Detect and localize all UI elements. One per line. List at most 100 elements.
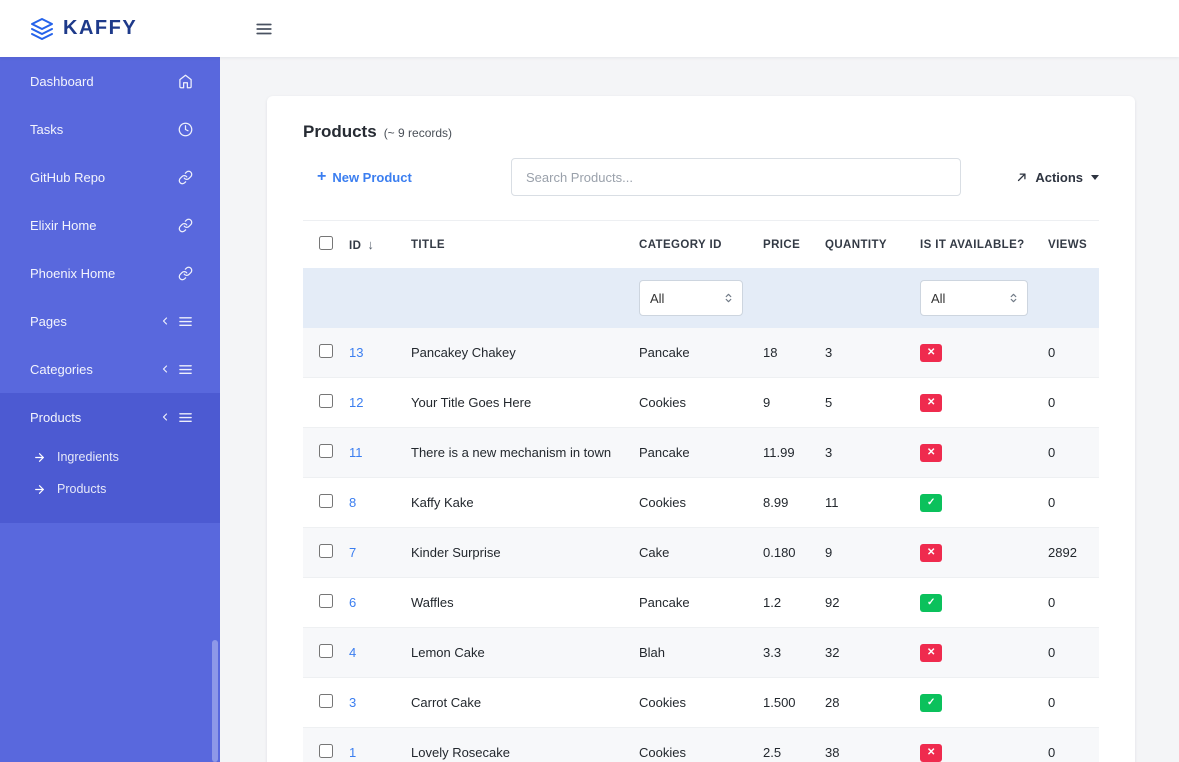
plus-icon: + xyxy=(317,168,326,186)
toolbar: + New Product Actions xyxy=(303,158,1099,196)
row-title: Kinder Surprise xyxy=(401,528,629,578)
row-id-link[interactable]: 12 xyxy=(349,395,363,410)
row-id-link[interactable]: 8 xyxy=(349,495,356,510)
search-input[interactable] xyxy=(511,158,961,196)
submenu-item-label: Products xyxy=(57,482,106,496)
availability-badge: ✕ xyxy=(920,544,942,562)
sidebar-item-tasks[interactable]: Tasks xyxy=(0,105,220,153)
submenu-item-ingredients[interactable]: Ingredients xyxy=(0,441,220,473)
row-checkbox[interactable] xyxy=(319,494,333,508)
sidebar-item-phoenix-home[interactable]: Phoenix Home xyxy=(0,249,220,297)
sidebar-toggle-button[interactable] xyxy=(254,20,274,38)
row-checkbox[interactable] xyxy=(319,544,333,558)
sidebar-scrollbar-thumb[interactable] xyxy=(212,640,218,762)
row-price: 1.500 xyxy=(753,678,815,728)
sidebar-item-products[interactable]: Products xyxy=(0,393,220,441)
row-checkbox[interactable] xyxy=(319,344,333,358)
row-title: Lemon Cake xyxy=(401,628,629,678)
availability-badge: ✓ xyxy=(920,494,942,512)
row-id-link[interactable]: 3 xyxy=(349,695,356,710)
row-quantity: 38 xyxy=(815,728,910,762)
row-checkbox[interactable] xyxy=(319,644,333,658)
main-content: Products (~ 9 records) + New Product Act… xyxy=(220,57,1179,762)
column-header-id[interactable]: ID↓ xyxy=(339,221,401,269)
row-quantity: 3 xyxy=(815,428,910,478)
row-title: Kaffy Kake xyxy=(401,478,629,528)
table-row: 3 Carrot Cake Cookies 1.500 28 ✓ 0 xyxy=(303,678,1099,728)
new-product-button[interactable]: + New Product xyxy=(303,168,511,186)
records-count: (~ 9 records) xyxy=(384,126,452,140)
arrow-right-icon xyxy=(33,483,46,496)
app-window: KAFFY Dashboard Tasks xyxy=(0,0,1179,762)
table-filter-row: All All xyxy=(303,268,1099,328)
table-row: 1 Lovely Rosecake Cookies 2.5 38 ✕ 0 xyxy=(303,728,1099,762)
new-product-label: New Product xyxy=(332,170,411,185)
row-category: Cake xyxy=(629,528,753,578)
arrow-right-icon xyxy=(33,451,46,464)
row-views: 0 xyxy=(1038,628,1099,678)
table-row: 8 Kaffy Kake Cookies 8.99 11 ✓ 0 xyxy=(303,478,1099,528)
sidebar-item-categories[interactable]: Categories xyxy=(0,345,220,393)
table-row: 7 Kinder Surprise Cake 0.180 9 ✕ 2892 xyxy=(303,528,1099,578)
column-header-views: VIEWS xyxy=(1038,221,1099,269)
table-row: 6 Waffles Pancake 1.2 92 ✓ 0 xyxy=(303,578,1099,628)
select-all-checkbox[interactable] xyxy=(319,236,333,250)
row-category: Cookies xyxy=(629,728,753,762)
availability-badge: ✕ xyxy=(920,394,942,412)
row-views: 0 xyxy=(1038,378,1099,428)
category-filter-value: All xyxy=(650,291,664,306)
row-category: Cookies xyxy=(629,678,753,728)
availability-filter-select[interactable]: All xyxy=(920,280,1028,316)
row-checkbox[interactable] xyxy=(319,394,333,408)
sidebar-item-pages[interactable]: Pages xyxy=(0,297,220,345)
row-id-link[interactable]: 1 xyxy=(349,745,356,760)
availability-badge: ✓ xyxy=(920,594,942,612)
column-header-category: CATEGORY ID xyxy=(629,221,753,269)
column-header-quantity: QUANTITY xyxy=(815,221,910,269)
row-id-link[interactable]: 11 xyxy=(349,445,363,460)
availability-badge: ✕ xyxy=(920,744,942,762)
row-id-link[interactable]: 4 xyxy=(349,645,356,660)
menu-icon xyxy=(178,314,193,329)
row-title: Pancakey Chakey xyxy=(401,328,629,378)
actions-label: Actions xyxy=(1035,170,1083,185)
sidebar-item-github-repo[interactable]: GitHub Repo xyxy=(0,153,220,201)
sidebar-item-dashboard[interactable]: Dashboard xyxy=(0,57,220,105)
row-category: Blah xyxy=(629,628,753,678)
row-views: 0 xyxy=(1038,678,1099,728)
row-quantity: 92 xyxy=(815,578,910,628)
row-category: Cookies xyxy=(629,378,753,428)
submenu-item-label: Ingredients xyxy=(57,450,119,464)
arrow-up-right-icon xyxy=(1015,170,1029,184)
row-category: Pancake xyxy=(629,328,753,378)
row-id-link[interactable]: 6 xyxy=(349,595,356,610)
sidebar-item-label: Phoenix Home xyxy=(30,266,115,281)
brand-logo[interactable]: KAFFY xyxy=(0,17,220,41)
category-filter-select[interactable]: All xyxy=(639,280,743,316)
table-row: 4 Lemon Cake Blah 3.3 32 ✕ 0 xyxy=(303,628,1099,678)
row-quantity: 11 xyxy=(815,478,910,528)
row-checkbox[interactable] xyxy=(319,594,333,608)
sidebar-active-section: Products Ingredients Products xyxy=(0,393,220,523)
row-views: 0 xyxy=(1038,728,1099,762)
row-title: There is a new mechanism in town xyxy=(401,428,629,478)
row-checkbox[interactable] xyxy=(319,744,333,758)
table-row: 12 Your Title Goes Here Cookies 9 5 ✕ 0 xyxy=(303,378,1099,428)
row-price: 3.3 xyxy=(753,628,815,678)
submenu-item-products[interactable]: Products xyxy=(0,473,220,505)
row-id-link[interactable]: 13 xyxy=(349,345,363,360)
row-checkbox[interactable] xyxy=(319,694,333,708)
table-row: 11 There is a new mechanism in town Panc… xyxy=(303,428,1099,478)
row-id-link[interactable]: 7 xyxy=(349,545,356,560)
row-price: 1.2 xyxy=(753,578,815,628)
sidebar-item-elixir-home[interactable]: Elixir Home xyxy=(0,201,220,249)
sort-desc-icon[interactable]: ↓ xyxy=(367,237,374,252)
chevron-left-icon xyxy=(159,411,171,423)
row-category: Pancake xyxy=(629,428,753,478)
home-icon xyxy=(178,74,193,89)
sidebar-nav: Dashboard Tasks GitHub Repo Elixir Home xyxy=(0,57,220,523)
availability-filter-value: All xyxy=(931,291,945,306)
select-arrows-icon xyxy=(1008,291,1019,305)
actions-dropdown[interactable]: Actions xyxy=(1015,170,1099,185)
row-checkbox[interactable] xyxy=(319,444,333,458)
